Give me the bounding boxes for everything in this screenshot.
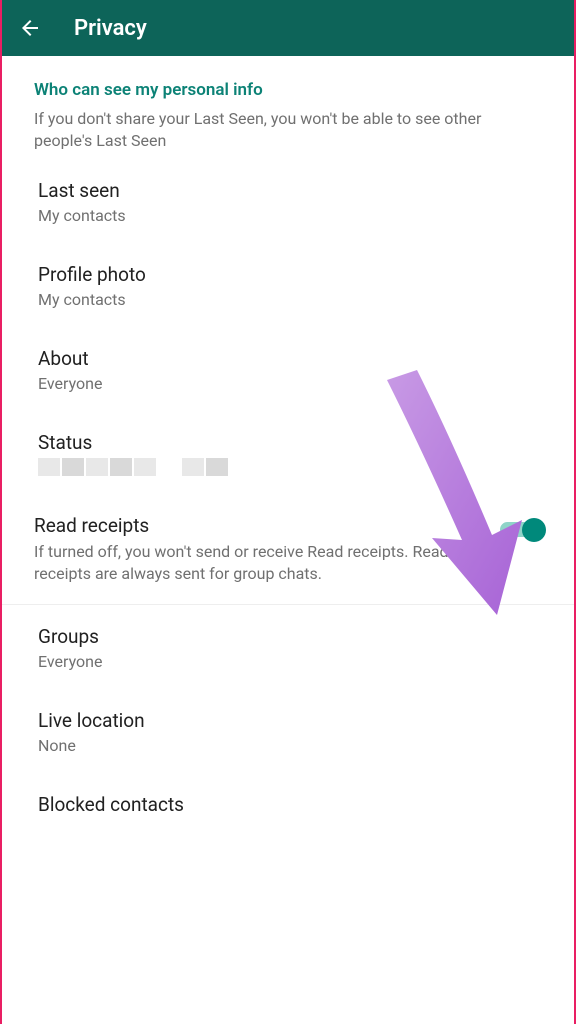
content-area: Who can see my personal info If you don'… [2,56,574,824]
toggle-thumb [522,518,546,542]
read-receipts-toggle[interactable] [500,518,542,540]
back-arrow-icon[interactable] [18,16,42,40]
page-title: Privacy [74,16,147,41]
setting-groups[interactable]: Groups Everyone [2,605,574,689]
setting-title: Blocked contacts [38,793,542,816]
setting-description: If turned off, you won't send or receive… [34,541,476,584]
read-receipts-text: Read receipts If turned off, you won't s… [34,514,500,584]
setting-profile-photo[interactable]: Profile photo My contacts [2,243,574,327]
setting-value: None [38,736,542,755]
setting-title: Live location [38,709,542,732]
section-heading: Who can see my personal info [2,56,574,108]
setting-value: My contacts [38,290,542,309]
setting-title: About [38,347,542,370]
setting-title: Profile photo [38,263,542,286]
setting-status[interactable]: Status [2,411,574,494]
setting-title: Read receipts [34,514,476,537]
setting-value: Everyone [38,652,542,671]
setting-read-receipts[interactable]: Read receipts If turned off, you won't s… [2,494,574,605]
setting-about[interactable]: About Everyone [2,327,574,411]
status-redacted-value [38,458,542,476]
setting-live-location[interactable]: Live location None [2,689,574,773]
setting-value: Everyone [38,374,542,393]
section-description: If you don't share your Last Seen, you w… [2,108,574,159]
setting-blocked-contacts[interactable]: Blocked contacts [2,773,574,824]
setting-title: Groups [38,625,542,648]
setting-value: My contacts [38,206,542,225]
app-header: Privacy [2,0,574,56]
setting-last-seen[interactable]: Last seen My contacts [2,159,574,243]
setting-title: Last seen [38,179,542,202]
setting-title: Status [38,431,542,454]
